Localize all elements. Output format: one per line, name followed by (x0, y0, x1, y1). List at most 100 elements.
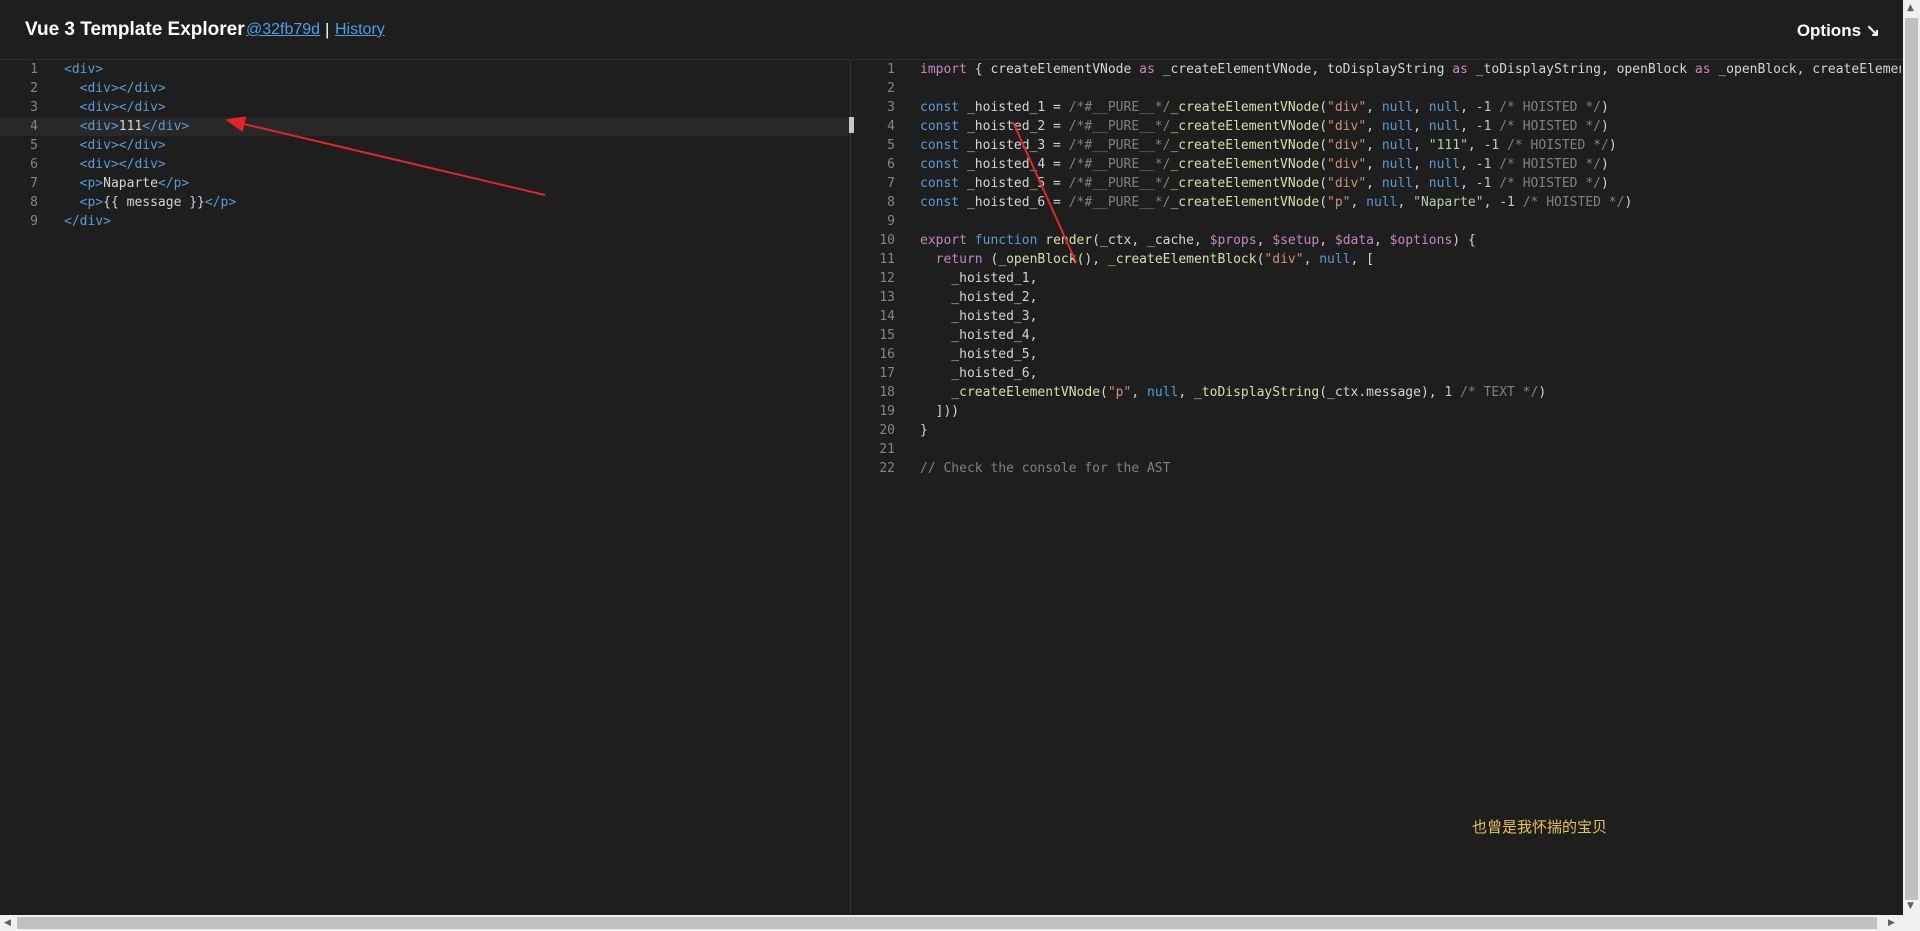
line-number: 3 (30, 100, 38, 115)
code-text: _hoisted_6, (920, 366, 1038, 381)
code-text: <div></div> (79, 100, 166, 115)
line-number: 6 (887, 157, 895, 172)
code-line[interactable]: 6 const _hoisted_4 = /*#__PURE__*/_create… (851, 155, 1901, 174)
code-text: export function render(_ctx, _cache, $pr… (920, 233, 1476, 248)
history-link[interactable]: History (335, 21, 385, 39)
line-number: 6 (30, 157, 38, 172)
line-number: 7 (30, 176, 38, 191)
code-text: </div> (64, 214, 111, 229)
code-line[interactable]: 10 export function render(_ctx, _cache, $… (851, 231, 1901, 250)
code-text: } (920, 423, 928, 438)
code-line[interactable]: 9 </div> (0, 212, 850, 231)
code-text: _createElementVNode("p", null, _toDispla… (951, 385, 1547, 400)
code-text: import { createElementVNode as _createEl… (920, 62, 1901, 77)
code-line[interactable]: 4 const _hoisted_2 = /*#__PURE__*/_create… (851, 117, 1901, 136)
code-text: const _hoisted_1 = /*#__PURE__*/_createE… (920, 100, 1609, 115)
line-number: 4 (887, 119, 895, 134)
code-line[interactable]: 7 <p>Naparte</p> (0, 174, 850, 193)
line-number: 4 (30, 119, 38, 134)
line-number: 11 (879, 252, 895, 267)
line-number: 8 (887, 195, 895, 210)
code-line[interactable]: 6 <div></div> (0, 155, 850, 174)
line-number: 5 (887, 138, 895, 153)
line-number: 10 (879, 233, 895, 248)
line-number: 20 (879, 423, 895, 438)
app-header: Vue 3 Template Explorer @32fb79d | Histo… (0, 0, 1920, 60)
code-line[interactable]: 3 <div></div> (0, 98, 850, 117)
line-number: 16 (879, 347, 895, 362)
code-line[interactable]: 3 const _hoisted_1 = /*#__PURE__*/_create… (851, 98, 1901, 117)
code-text: return (_openBlock(), _createElementBloc… (935, 252, 1375, 267)
code-text: <div></div> (79, 157, 166, 172)
options-button[interactable]: Options ↘ (1797, 21, 1880, 41)
line-number: 18 (879, 385, 895, 400)
code-text: const _hoisted_2 = /*#__PURE__*/_createE… (920, 119, 1609, 134)
code-text: <p>Naparte</p> (79, 176, 190, 191)
line-number: 2 (30, 81, 38, 96)
header-separator: | (325, 20, 330, 39)
code-line[interactable]: 22 // Check the console for the AST (851, 459, 1901, 478)
code-line[interactable]: 8 <p>{{ message }}</p> (0, 193, 850, 212)
code-line[interactable]: 16 _hoisted_5, (851, 345, 1901, 364)
code-line[interactable]: 19 ])) (851, 402, 1901, 421)
line-number: 9 (887, 214, 895, 229)
code-line[interactable]: 2 <div></div> (0, 79, 850, 98)
horizontal-scrollbar-thumb[interactable] (17, 917, 1877, 929)
code-line[interactable]: 7 const _hoisted_5 = /*#__PURE__*/_create… (851, 174, 1901, 193)
code-text: const _hoisted_3 = /*#__PURE__*/_createE… (920, 138, 1617, 153)
line-number: 2 (887, 81, 895, 96)
line-number: 3 (887, 100, 895, 115)
line-number: 21 (879, 442, 895, 457)
vertical-scrollbar-thumb[interactable] (1905, 18, 1918, 900)
minimap-cursor-marker (849, 117, 854, 133)
code-text: <div> (64, 62, 104, 77)
line-number: 22 (879, 461, 895, 476)
scroll-up-arrow-icon[interactable]: ▲ (1907, 3, 1914, 13)
code-text: <div></div> (79, 81, 166, 96)
line-number: 9 (30, 214, 38, 229)
code-line[interactable]: 9 (851, 212, 1901, 231)
code-line[interactable]: 4 <div>111</div> (0, 117, 850, 136)
line-number: 7 (887, 176, 895, 191)
code-text: const _hoisted_4 = /*#__PURE__*/_createE… (920, 157, 1609, 172)
code-line[interactable]: 8 const _hoisted_6 = /*#__PURE__*/_create… (851, 193, 1901, 212)
video-subtitle: 也曾是我怀揣的宝贝 (1472, 818, 1608, 836)
line-number: 19 (879, 404, 895, 419)
code-line[interactable]: 12 _hoisted_1, (851, 269, 1901, 288)
scroll-left-arrow-icon[interactable]: ◀ (4, 918, 11, 928)
code-line[interactable]: 13 _hoisted_2, (851, 288, 1901, 307)
commit-link[interactable]: @32fb79d (246, 21, 320, 39)
scroll-down-arrow-icon[interactable]: ▼ (1907, 901, 1914, 911)
code-text: _hoisted_3, (920, 309, 1038, 324)
code-line[interactable]: 15 _hoisted_4, (851, 326, 1901, 345)
code-line[interactable]: 11 return (_openBlock(), _createElementB… (851, 250, 1901, 269)
line-number: 13 (879, 290, 895, 305)
scroll-right-arrow-icon[interactable]: ▶ (1888, 918, 1895, 928)
line-number: 12 (879, 271, 895, 286)
code-text: <div>111</div> (79, 119, 190, 134)
code-line[interactable]: 2 (851, 79, 1901, 98)
code-text: _hoisted_2, (920, 290, 1038, 305)
compiled-output-editor[interactable]: 1 import { createElementVNode as _createE… (851, 60, 1901, 915)
code-line[interactable]: 14 _hoisted_3, (851, 307, 1901, 326)
line-number: 1 (887, 62, 895, 77)
line-number: 17 (879, 366, 895, 381)
code-text: _hoisted_4, (920, 328, 1038, 343)
code-line[interactable]: 5 <div></div> (0, 136, 850, 155)
code-line[interactable]: 5 const _hoisted_3 = /*#__PURE__*/_create… (851, 136, 1901, 155)
code-line[interactable]: 21 (851, 440, 1901, 459)
code-line[interactable]: 17 _hoisted_6, (851, 364, 1901, 383)
code-text: _hoisted_1, (920, 271, 1038, 286)
template-editor[interactable]: 1 <div> 2 <div></div> 3 <div></div> 4 <div>1… (0, 60, 851, 915)
code-line[interactable]: 1 <div> (0, 60, 850, 79)
code-text: const _hoisted_5 = /*#__PURE__*/_createE… (920, 176, 1609, 191)
code-text: <div></div> (79, 138, 166, 153)
line-number: 15 (879, 328, 895, 343)
code-line[interactable]: 18 _createElementVNode("p", null, _toDis… (851, 383, 1901, 402)
line-number: 1 (30, 62, 38, 77)
code-text: <p>{{ message }}</p> (79, 195, 237, 210)
code-line[interactable]: 20} (851, 421, 1901, 440)
code-line[interactable]: 1 import { createElementVNode as _createE… (851, 60, 1901, 79)
code-text: _hoisted_5, (920, 347, 1038, 362)
code-text: ])) (920, 404, 960, 419)
